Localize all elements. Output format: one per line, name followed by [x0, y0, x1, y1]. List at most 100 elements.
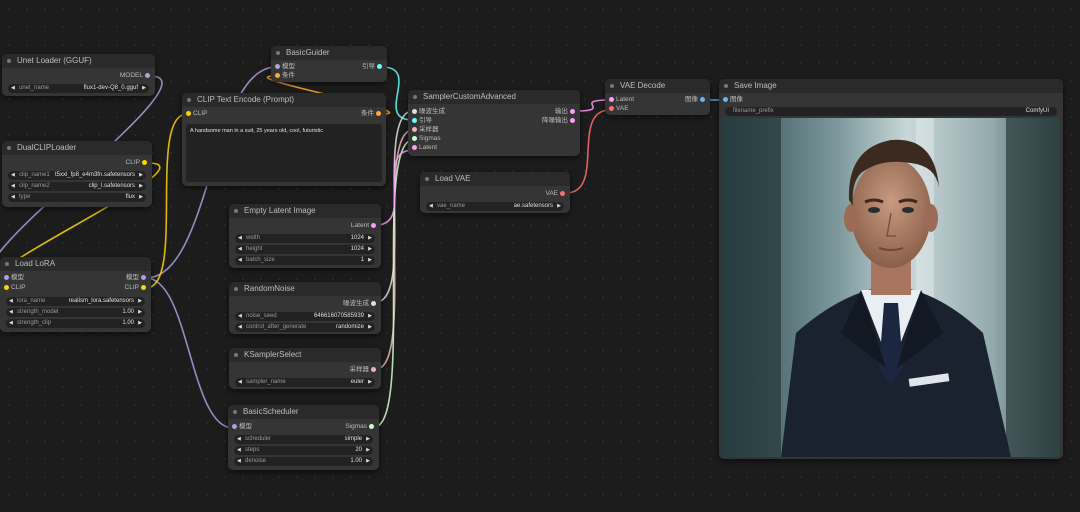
output-port[interactable] [141, 275, 146, 280]
output-clip[interactable]: CLIP [125, 283, 146, 292]
model-link-lora-scheduler[interactable] [145, 277, 234, 429]
output-latent[interactable]: Latent [351, 221, 376, 230]
lora-name-combo[interactable]: ◀ lora_name realism_lora.safetensors ▶ [6, 297, 145, 306]
node-title[interactable]: SamplerCustomAdvanced [408, 90, 580, 104]
output-clip[interactable]: CLIP [126, 158, 147, 167]
input-port[interactable] [412, 145, 417, 150]
input-guider[interactable]: 引导 [412, 116, 432, 125]
width-number[interactable]: ◀ width 1024 ▶ [235, 234, 375, 243]
arrow-right-icon[interactable]: ▶ [368, 323, 372, 332]
node-collapse-dot[interactable] [234, 209, 238, 213]
output-conditioning[interactable]: 条件 [361, 109, 381, 118]
input-noise[interactable]: 噪波生成 [412, 107, 445, 116]
batch-size-number[interactable]: ◀ batch_size 1 ▶ [235, 256, 375, 265]
input-port[interactable] [232, 424, 237, 429]
input-model[interactable]: 模型 [232, 422, 252, 431]
strength-model-number[interactable]: ◀ strength_model 1.00 ▶ [6, 308, 145, 317]
input-latent[interactable]: Latent [412, 143, 437, 152]
arrow-right-icon[interactable]: ▶ [138, 319, 142, 328]
arrow-left-icon[interactable]: ◀ [238, 312, 242, 321]
node-title[interactable]: Empty Latent Image [229, 204, 381, 218]
input-port[interactable] [275, 64, 280, 69]
arrow-right-icon[interactable]: ▶ [557, 202, 561, 211]
node-collapse-dot[interactable] [234, 353, 238, 357]
arrow-right-icon[interactable]: ▶ [366, 435, 370, 444]
input-latent[interactable]: Latent [609, 95, 634, 104]
arrow-right-icon[interactable]: ▶ [139, 171, 143, 180]
input-port[interactable] [412, 109, 417, 114]
node-collapse-dot[interactable] [276, 51, 280, 55]
node-title[interactable]: KSamplerSelect [229, 348, 381, 362]
arrow-right-icon[interactable]: ▶ [139, 182, 143, 191]
strength-clip-number[interactable]: ◀ strength_clip 1.00 ▶ [6, 319, 145, 328]
arrow-left-icon[interactable]: ◀ [11, 84, 15, 93]
node-title[interactable]: Unet Loader (GGUF) [2, 54, 155, 68]
input-model[interactable]: 模型 [4, 273, 24, 282]
node-collapse-dot[interactable] [724, 84, 728, 88]
arrow-left-icon[interactable]: ◀ [238, 256, 242, 265]
node-title[interactable]: RandomNoise [229, 282, 381, 296]
output-port[interactable] [145, 73, 150, 78]
clip-name1-combo[interactable]: ◀ clip_name1 t5xxl_fp8_e4m3fn.safetensors ▶ [8, 171, 146, 180]
node-title[interactable]: DualCLIPLoader [2, 141, 152, 155]
control-after-generate-combo[interactable]: ◀ control_after_generate randomize ▶ [235, 323, 375, 332]
sampler-name-combo[interactable]: ◀ sampler_name euler ▶ [235, 378, 375, 387]
input-clip[interactable]: CLIP [186, 109, 207, 118]
arrow-left-icon[interactable]: ◀ [237, 435, 241, 444]
dualclip-loader-node[interactable]: DualCLIPLoader CLIP ◀ clip_name1 t5xxl_fp8… [2, 141, 152, 207]
output-model[interactable]: MODEL [120, 71, 150, 80]
height-number[interactable]: ◀ height 1024 ▶ [235, 245, 375, 254]
arrow-right-icon[interactable]: ▶ [368, 378, 372, 387]
random-noise-node[interactable]: RandomNoise 噪波生成 ◀ noise_seed 646616070585… [229, 282, 381, 334]
denoise-number[interactable]: ◀ denoise 1.00 ▶ [234, 457, 373, 466]
output-port[interactable] [371, 367, 376, 372]
node-title[interactable]: BasicGuider [271, 46, 387, 60]
arrow-right-icon[interactable]: ▶ [368, 234, 372, 243]
node-collapse-dot[interactable] [187, 98, 191, 102]
basic-scheduler-node[interactable]: BasicScheduler 模型 Sigmas ◀ scheduler simpl… [228, 405, 379, 470]
arrow-left-icon[interactable]: ◀ [238, 245, 242, 254]
input-port[interactable] [412, 127, 417, 132]
output-latent[interactable]: 输出 [555, 107, 575, 116]
output-vae[interactable]: VAE [545, 189, 565, 198]
arrow-left-icon[interactable]: ◀ [11, 193, 15, 202]
output-denoised[interactable]: 降噪输出 [542, 116, 575, 125]
output-port[interactable] [700, 97, 705, 102]
arrow-right-icon[interactable]: ▶ [139, 193, 143, 202]
output-guider[interactable]: 引导 [362, 62, 382, 71]
load-vae-node[interactable]: Load VAE VAE ◀ vae_name ae.safetensors ▶ [420, 172, 570, 213]
vae-decode-node[interactable]: VAE Decode Latent VAE 图像 [605, 79, 710, 115]
input-port[interactable] [609, 106, 614, 111]
arrow-left-icon[interactable]: ◀ [9, 319, 13, 328]
output-model[interactable]: 模型 [126, 273, 146, 282]
input-port[interactable] [186, 111, 191, 116]
prompt-textarea[interactable]: A handsome man in a suit, 25 years old, … [186, 124, 382, 182]
unet-loader-node[interactable]: Unet Loader (GGUF) MODEL ◀ unet_name flux1… [2, 54, 155, 96]
clip-link-lora-encode[interactable] [145, 113, 188, 289]
node-title[interactable]: CLIP Text Encode (Prompt) [182, 93, 386, 107]
node-collapse-dot[interactable] [425, 177, 429, 181]
output-port[interactable] [376, 111, 381, 116]
arrow-left-icon[interactable]: ◀ [238, 234, 242, 243]
ksampler-select-node[interactable]: KSamplerSelect 采样器 ◀ sampler_name euler ▶ [229, 348, 381, 389]
save-image-node[interactable]: Save Image 图像 filename_prefix ComfyUI [719, 79, 1063, 459]
input-port[interactable] [412, 136, 417, 141]
input-conditioning[interactable]: 条件 [275, 71, 295, 80]
arrow-left-icon[interactable]: ◀ [237, 446, 241, 455]
arrow-left-icon[interactable]: ◀ [11, 182, 15, 191]
arrow-right-icon[interactable]: ▶ [368, 312, 372, 321]
arrow-left-icon[interactable]: ◀ [9, 308, 13, 317]
clip-text-encode-node[interactable]: CLIP Text Encode (Prompt) CLIP 条件 A hand… [182, 93, 386, 186]
input-port[interactable] [4, 285, 9, 290]
node-collapse-dot[interactable] [234, 287, 238, 291]
output-port[interactable] [377, 64, 382, 69]
arrow-left-icon[interactable]: ◀ [237, 457, 241, 466]
node-collapse-dot[interactable] [610, 84, 614, 88]
input-vae[interactable]: VAE [609, 104, 629, 113]
input-port[interactable] [609, 97, 614, 102]
arrow-left-icon[interactable]: ◀ [238, 378, 242, 387]
output-sampler[interactable]: 采样器 [350, 365, 376, 374]
arrow-right-icon[interactable]: ▶ [366, 457, 370, 466]
input-port[interactable] [4, 275, 9, 280]
arrow-left-icon[interactable]: ◀ [11, 171, 15, 180]
